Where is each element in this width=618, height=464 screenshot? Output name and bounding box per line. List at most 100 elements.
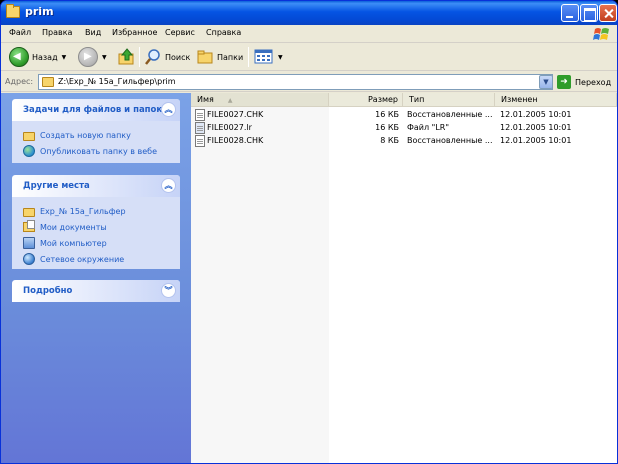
file-type: Восстановленные ... <box>407 110 493 119</box>
place-label: Exp_№ 15a_Гильфер <box>40 206 126 216</box>
file-tasks-header[interactable]: Задачи для файлов и папок ︽ <box>12 99 180 121</box>
file-size: 8 КБ <box>380 136 399 145</box>
search-button[interactable]: Поиск <box>144 45 190 69</box>
up-folder-button[interactable] <box>117 45 137 69</box>
up-folder-icon <box>118 48 134 65</box>
table-row[interactable]: FILE0027.lr 16 КБ Файл "LR" 12.01.2005 1… <box>191 121 617 135</box>
back-label: Назад <box>32 52 58 62</box>
column-label: Размер <box>367 95 398 104</box>
file-modified: 12.01.2005 10:01 <box>500 123 572 132</box>
toolbar-separator <box>248 47 249 67</box>
close-button[interactable] <box>599 4 617 22</box>
folders-label: Папки <box>217 52 244 62</box>
file-size: 16 КБ <box>375 123 399 132</box>
chevron-down-icon[interactable]: ▼ <box>62 54 67 61</box>
file-type: Файл "LR" <box>407 123 450 132</box>
table-row[interactable]: FILE0028.CHK 8 КБ Восстановленные ... 12… <box>191 134 617 148</box>
sort-ascending-icon: ▲ <box>227 97 233 104</box>
place-parent-folder[interactable]: Exp_№ 15a_Гильфер <box>23 203 180 219</box>
toolbar-separator <box>139 47 140 67</box>
file-modified: 12.01.2005 10:01 <box>500 136 572 145</box>
column-modified-header[interactable]: Изменен <box>495 93 617 106</box>
menu-view[interactable]: Вид <box>85 28 101 37</box>
column-type-header[interactable]: Тип <box>403 93 495 106</box>
toolbar: Назад ▼ ▼ Поиск Папки <box>1 43 617 71</box>
file-icon <box>195 109 205 121</box>
other-places-header[interactable]: Другие места ︽ <box>12 175 180 197</box>
windows-logo-icon <box>593 28 609 40</box>
file-size: 16 КБ <box>375 110 399 119</box>
views-icon <box>254 49 273 64</box>
place-network[interactable]: Сетевое окружение <box>23 251 180 267</box>
chevron-up-icon[interactable]: ︽ <box>161 102 176 117</box>
chevron-down-icon[interactable]: ▼ <box>539 75 553 89</box>
menu-favorites[interactable]: Избранное <box>112 28 157 37</box>
task-new-folder[interactable]: Создать новую папку <box>23 127 180 143</box>
menu-tools[interactable]: Сервис <box>165 28 195 37</box>
title-bar[interactable]: prim <box>1 1 617 25</box>
chevron-down-icon[interactable]: ︾ <box>161 283 176 298</box>
place-label: Мой компьютер <box>40 238 107 248</box>
chevron-down-icon[interactable]: ▼ <box>102 54 107 61</box>
go-label: Переход <box>575 77 612 87</box>
file-name: FILE0028.CHK <box>207 136 264 145</box>
menu-help[interactable]: Справка <box>206 28 241 37</box>
views-button[interactable]: ▼ <box>254 45 283 69</box>
column-header: Имя ▲ Размер Тип Изменен <box>191 93 617 107</box>
other-places-panel: Другие места ︽ Exp_№ 15a_Гильфер Мои док… <box>12 175 180 269</box>
chevron-down-icon[interactable]: ▼ <box>278 54 283 61</box>
network-icon <box>23 253 35 265</box>
task-pane: Задачи для файлов и папок ︽ Создать нову… <box>1 93 191 463</box>
folders-button[interactable]: Папки <box>196 45 243 69</box>
computer-icon <box>23 237 35 249</box>
forward-button[interactable]: ▼ <box>78 45 107 69</box>
file-list[interactable]: Имя ▲ Размер Тип Изменен FILE0027.CHK 16 … <box>191 93 617 463</box>
address-path: Z:\Exp_№ 15a_Гильфер\prim <box>58 77 176 86</box>
address-input[interactable]: Z:\Exp_№ 15a_Гильфер\prim ▼ <box>38 74 553 90</box>
column-label: Имя <box>197 95 214 104</box>
file-type: Восстановленные ... <box>407 136 493 145</box>
search-label: Поиск <box>165 52 191 62</box>
column-label: Изменен <box>501 95 538 104</box>
menu-file[interactable]: Файл <box>9 28 31 37</box>
panel-title: Задачи для файлов и папок <box>23 105 163 115</box>
folder-icon <box>23 207 35 217</box>
file-name: FILE0027.lr <box>207 123 252 132</box>
menu-edit[interactable]: Правка <box>42 28 72 37</box>
minimize-button[interactable] <box>561 4 579 22</box>
column-size-header[interactable]: Размер <box>329 93 403 106</box>
place-label: Мои документы <box>40 222 107 232</box>
back-button[interactable]: Назад ▼ <box>9 45 66 69</box>
place-label: Сетевое окружение <box>40 254 125 264</box>
address-bar: Адрес: Z:\Exp_№ 15a_Гильфер\prim ▼ ➜ Пер… <box>1 72 617 92</box>
place-my-computer[interactable]: Мой компьютер <box>23 235 180 251</box>
go-arrow-icon: ➜ <box>557 75 571 89</box>
globe-icon <box>23 145 35 157</box>
search-icon <box>145 49 160 65</box>
details-header[interactable]: Подробно ︾ <box>12 280 180 302</box>
folders-icon <box>197 50 213 64</box>
window-title: prim <box>25 5 54 18</box>
chevron-up-icon[interactable]: ︽ <box>161 178 176 193</box>
panel-title: Другие места <box>23 181 90 191</box>
column-label: Тип <box>409 95 425 104</box>
table-row[interactable]: FILE0027.CHK 16 КБ Восстановленные ... 1… <box>191 108 617 122</box>
forward-arrow-icon <box>78 47 98 67</box>
file-icon <box>195 135 205 147</box>
explorer-window: prim Файл Правка Вид Избранное Сервис Сп… <box>0 0 618 464</box>
menu-bar: Файл Правка Вид Избранное Сервис Справка <box>1 25 617 43</box>
column-name-header[interactable]: Имя ▲ <box>191 93 329 106</box>
panel-title: Подробно <box>23 286 73 296</box>
address-label: Адрес: <box>5 77 34 86</box>
back-arrow-icon <box>9 47 29 67</box>
go-button[interactable]: ➜ Переход <box>557 75 611 89</box>
file-icon <box>195 122 205 134</box>
task-publish-web[interactable]: Опубликовать папку в вебе <box>23 143 180 159</box>
maximize-button[interactable] <box>580 4 598 22</box>
sorted-column-highlight <box>191 107 329 463</box>
new-folder-icon <box>23 131 35 141</box>
my-documents-icon <box>23 220 35 232</box>
file-modified: 12.01.2005 10:01 <box>500 110 572 119</box>
task-label: Создать новую папку <box>40 130 131 140</box>
place-my-documents[interactable]: Мои документы <box>23 219 180 235</box>
